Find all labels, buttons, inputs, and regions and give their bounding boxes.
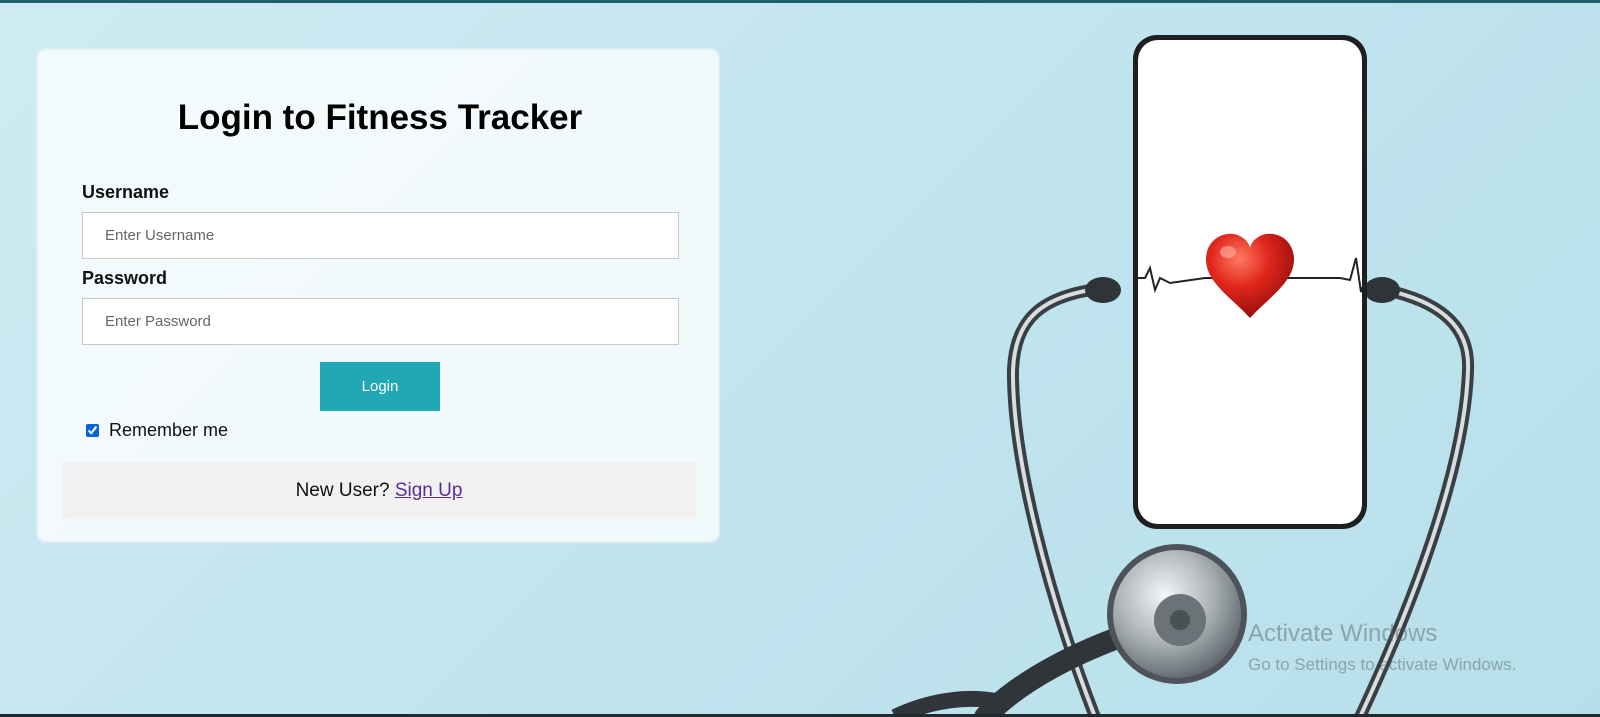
signup-panel: New User? Sign Up — [62, 462, 696, 519]
page-title: Login to Fitness Tracker — [177, 98, 583, 137]
password-label: Password — [82, 268, 168, 288]
remember-me-label[interactable]: Remember me — [109, 420, 228, 441]
signup-prompt: New User? — [295, 480, 395, 501]
remember-me-checkbox[interactable] — [86, 424, 99, 437]
login-card: Login to Fitness Tracker Username Passwo… — [36, 48, 720, 543]
password-input[interactable] — [82, 298, 679, 345]
username-label: Username — [82, 182, 170, 202]
login-button[interactable]: Login — [320, 362, 440, 411]
activate-windows-title: Activate Windows — [1248, 620, 1438, 647]
remember-me-row: Remember me — [86, 420, 228, 441]
username-input[interactable] — [82, 212, 679, 259]
activate-windows-subtitle: Go to Settings to activate Windows. — [1248, 655, 1517, 674]
signup-link[interactable]: Sign Up — [395, 480, 463, 501]
